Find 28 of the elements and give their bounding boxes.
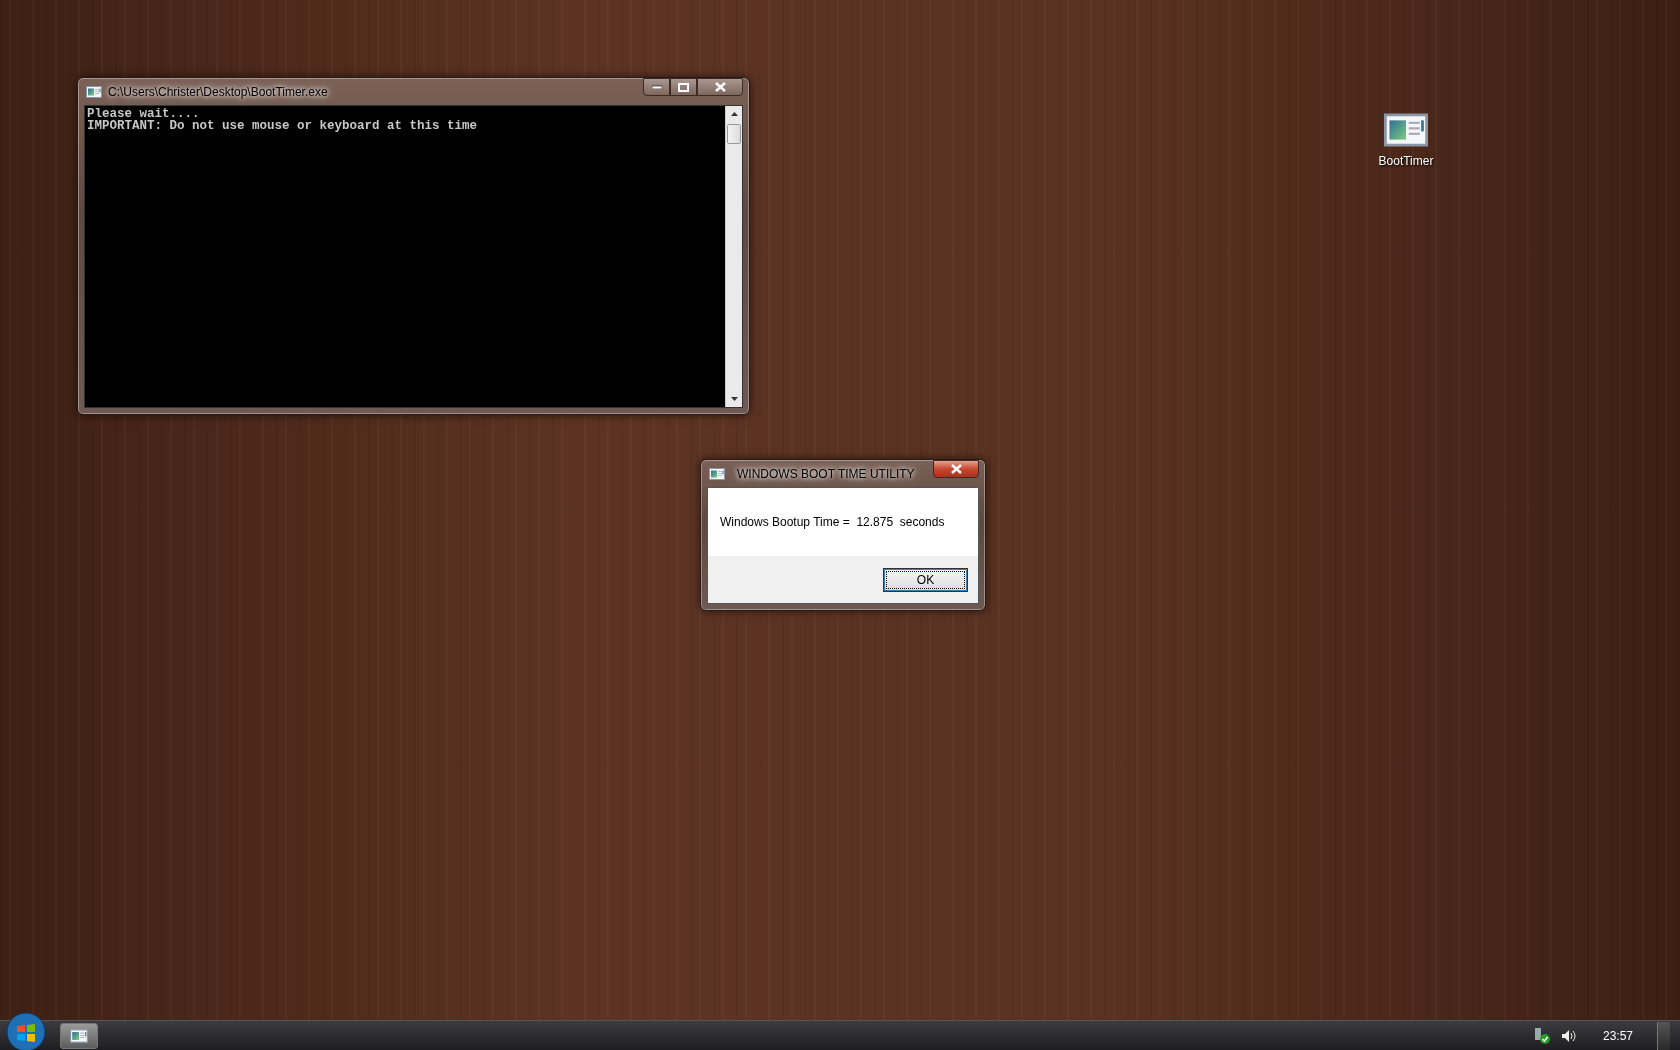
clock[interactable]: 23:57: [1602, 1028, 1633, 1043]
desktop-app-icon: [1384, 112, 1428, 148]
desktop-icon-label[interactable]: BootTimer: [1378, 154, 1434, 168]
taskbar-app-icon: [70, 1028, 88, 1043]
console-line: Please wait....: [87, 108, 200, 120]
down-arrow-icon[interactable]: [730, 397, 738, 401]
maximize-icon: [678, 82, 689, 92]
ok-button[interactable]: OK: [883, 567, 968, 592]
maximize-button[interactable]: [670, 78, 697, 96]
show-desktop-button[interactable]: [1657, 1021, 1670, 1050]
scroll-thumb[interactable]: [727, 124, 741, 144]
dialog-app-icon: [709, 467, 725, 480]
app-window-icon: [86, 85, 102, 98]
close-button[interactable]: [697, 78, 743, 96]
window-title: C:\Users\Christer\Desktop\BootTimer.exe: [108, 84, 328, 99]
minimize-icon: [651, 85, 662, 89]
start-orb-icon[interactable]: [6, 1011, 46, 1050]
scrollbar[interactable]: [725, 106, 742, 407]
console-line: IMPORTANT: Do not use mouse or keyboard at this time: [87, 120, 479, 132]
close-icon: [950, 464, 962, 474]
dialog-message: Windows Bootup Time = 12.875 seconds: [720, 515, 945, 529]
close-button[interactable]: [933, 460, 979, 478]
taskbar-app-button[interactable]: [60, 1022, 98, 1049]
dialog-title: WINDOWS BOOT TIME UTILITY: [737, 466, 915, 481]
up-arrow-icon[interactable]: [730, 112, 738, 116]
close-icon: [714, 82, 726, 92]
minimize-button[interactable]: [643, 78, 670, 96]
network-check-icon[interactable]: [1532, 1026, 1551, 1045]
